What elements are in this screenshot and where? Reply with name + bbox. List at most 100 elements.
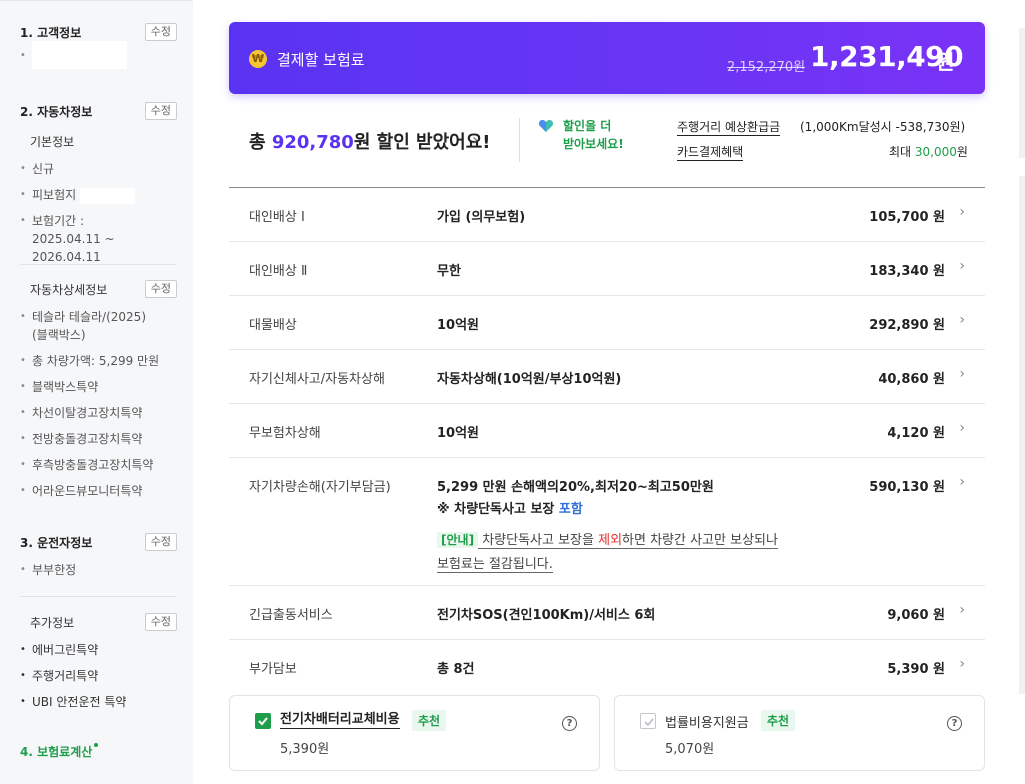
extra-section: 추가정보 수정 에버그린특약 주행거리특약 UBI 안전운전 특약: [20, 613, 177, 711]
card-benefit-suffix: 원: [956, 145, 968, 159]
note-included: 포함: [558, 502, 583, 517]
coverage-name: 긴급출동서비스: [249, 608, 333, 623]
coverage-row[interactable]: 자기차량손해(자기부담금) 5,299 만원 손해액의20%,최저20~최고50…: [229, 458, 985, 586]
check-icon: [644, 718, 654, 727]
basic-item-period: 보험기간 :: [20, 212, 177, 230]
calc-section: 4. 보험료계산: [20, 743, 177, 760]
insured-label: 피보험지: [32, 188, 77, 202]
card-benefit-value: 최대 30,000원: [889, 144, 968, 160]
coverage-row[interactable]: 대인배상 Ⅱ 무한 183,340 원 ›: [229, 242, 985, 296]
vertical-divider: [519, 118, 520, 162]
coin-icon: ₩: [249, 50, 267, 68]
discount-amount: 920,780: [271, 132, 354, 153]
chevron-right-icon[interactable]: ›: [959, 602, 965, 618]
period-dates: 2025.04.11 ~ 2026.04.11: [32, 232, 115, 264]
driver-edit-button[interactable]: 수정: [144, 533, 177, 551]
single-accident-note: ※ 차량단독사고 보장 포함: [437, 498, 583, 517]
checkbox-checked[interactable]: [255, 713, 271, 729]
detail-item-value: 총 차량가액: 5,299 만원: [20, 352, 177, 370]
car-edit-button[interactable]: 수정: [144, 102, 177, 120]
coverage-detail: 가입 (의무보험): [437, 210, 526, 225]
driver-section-title: 3. 운전자정보: [20, 535, 93, 550]
coverage-detail: 전기차SOS(견인100Km)/서비스 6회: [437, 608, 656, 623]
sidebar-divider: [20, 264, 176, 265]
chevron-right-icon[interactable]: ›: [959, 204, 965, 220]
coverage-row[interactable]: 대인배상 Ⅰ 가입 (의무보험) 105,700 원 ›: [229, 188, 985, 242]
calc-section-title[interactable]: 4. 보험료계산: [20, 745, 92, 759]
premium-label: 결제할 보험료: [277, 51, 365, 69]
info-tag: [안내]: [437, 532, 479, 548]
sidebar-divider: [20, 596, 176, 597]
battery-option-title[interactable]: 전기차배터리교체비용: [280, 712, 400, 729]
coverage-row[interactable]: 부가담보 총 8건 5,390 원 ›: [229, 640, 985, 694]
check-icon: [258, 717, 268, 726]
scroll-strip: [1019, 176, 1025, 694]
coverage-detail: 무한: [437, 264, 461, 279]
battery-option-price: 5,390원: [280, 742, 330, 757]
info-text-2: 하면 차량간 사고만 보상되나: [622, 533, 778, 549]
coverage-name: 대인배상 Ⅰ: [249, 210, 305, 225]
detail-item-model: 테슬라 테슬라/(2025): [20, 308, 177, 326]
battery-option-card[interactable]: 전기차배터리교체비용 추천 5,390원 ?: [229, 695, 600, 771]
more-discount-link[interactable]: 할인을 더 받아보세요!: [563, 117, 624, 153]
chevron-right-icon[interactable]: ›: [959, 420, 965, 436]
car-detail-title: 자동차상세정보: [30, 282, 108, 297]
coverage-row[interactable]: 자기신체사고/자동차상해 자동차상해(10억원/부상10억원) 40,860 원…: [229, 350, 985, 404]
sidebar: 1. 고객정보 수정 2. 자동차정보 수정 기본정보 신규 피보험지 보험기간…: [0, 0, 193, 784]
discount-prefix: 총: [249, 132, 272, 153]
coverage-info: [안내] 차량단독사고 보장을 제외하면 차량간 사고만 보상되나 보험료는 절감…: [437, 528, 807, 577]
discount-suffix: 원 할인 받았어요!: [353, 132, 491, 153]
card-benefit-link[interactable]: 카드결제혜택: [677, 144, 744, 161]
car-detail-edit-button[interactable]: 수정: [144, 280, 177, 298]
detail-item-aroundview: 어라운드뷰모니터특약: [20, 482, 177, 500]
coverage-name: 자기차량손해(자기부담금): [249, 480, 391, 495]
coverage-row[interactable]: 대물배상 10억원 292,890 원 ›: [229, 296, 985, 350]
extra-edit-button[interactable]: 수정: [144, 613, 177, 631]
help-icon[interactable]: ?: [947, 716, 962, 731]
customer-section-title: 1. 고객정보: [20, 25, 82, 40]
chevron-right-icon[interactable]: ›: [959, 366, 965, 382]
card-benefit-prefix: 최대: [889, 145, 915, 159]
coverage-row[interactable]: 무보험차상해 10억원 4,120 원 ›: [229, 404, 985, 458]
coverage-name: 대인배상 Ⅱ: [249, 264, 308, 279]
coverage-name: 대물배상: [249, 318, 297, 333]
coverage-row[interactable]: 긴급출동서비스 전기차SOS(견인100Km)/서비스 6회 9,060 원 ›: [229, 586, 985, 640]
chevron-right-icon[interactable]: ›: [959, 474, 965, 490]
chevron-right-icon[interactable]: ›: [959, 656, 965, 672]
checkbox-unchecked[interactable]: [640, 713, 656, 729]
info-text-1: 차량단독사고 보장을: [478, 533, 599, 549]
extra-section-title: 추가정보: [30, 615, 75, 630]
final-price-unit: 원: [936, 50, 955, 74]
coverage-detail: 10억원: [437, 426, 480, 441]
driver-item: 부부한정: [20, 561, 177, 579]
recommend-badge: 추천: [761, 710, 796, 731]
extra-item-mileage: 주행거리특약: [20, 667, 177, 685]
car-section-title: 2. 자동차정보: [20, 104, 93, 119]
customer-name-item: [20, 41, 177, 69]
help-icon[interactable]: ?: [562, 716, 577, 731]
chevron-right-icon[interactable]: ›: [959, 312, 965, 328]
coverage-price: 5,390 원: [887, 662, 945, 677]
original-price: 2,152,270원: [727, 60, 806, 75]
mileage-refund-link[interactable]: 주행거리 예상환급금: [677, 119, 781, 136]
chevron-right-icon[interactable]: ›: [959, 258, 965, 274]
discount-summary[interactable]: 총 920,780원 할인 받았어요!: [249, 128, 490, 154]
customer-edit-button[interactable]: 수정: [144, 23, 177, 41]
coverage-price: 292,890 원: [869, 318, 945, 333]
coverage-detail: 5,299 만원 손해액의20%,최저20~최고50만원: [437, 480, 714, 495]
coverage-price: 590,130 원: [869, 480, 945, 495]
extra-item-evergreen: 에버그린특약: [20, 641, 177, 659]
coverage-name: 자기신체사고/자동차상해: [249, 372, 385, 387]
card-benefit-amount: 30,000: [914, 145, 957, 159]
detail-item-rear: 후측방충돌경고장치특약: [20, 456, 177, 474]
car-section: 2. 자동차정보 수정 기본정보 신규 피보험지 보험기간 : 2025.04.…: [20, 102, 177, 266]
coverage-price: 9,060 원: [887, 608, 945, 623]
legal-option-title[interactable]: 법률비용지원금: [665, 712, 749, 731]
chevron-right-icon[interactable]: ›: [472, 130, 478, 149]
coverage-table: 대인배상 Ⅰ 가입 (의무보험) 105,700 원 › 대인배상 Ⅱ 무한 1…: [229, 187, 985, 694]
coverage-price: 40,860 원: [878, 372, 945, 387]
note-prefix: ※ 차량단독사고 보장: [437, 502, 559, 517]
legal-option-card[interactable]: 법률비용지원금 추천 5,070원 ?: [614, 695, 985, 771]
mileage-refund-value: (1,000Km달성시 -538,730원): [800, 120, 966, 134]
detail-item-front: 전방충돌경고장치특약: [20, 430, 177, 448]
